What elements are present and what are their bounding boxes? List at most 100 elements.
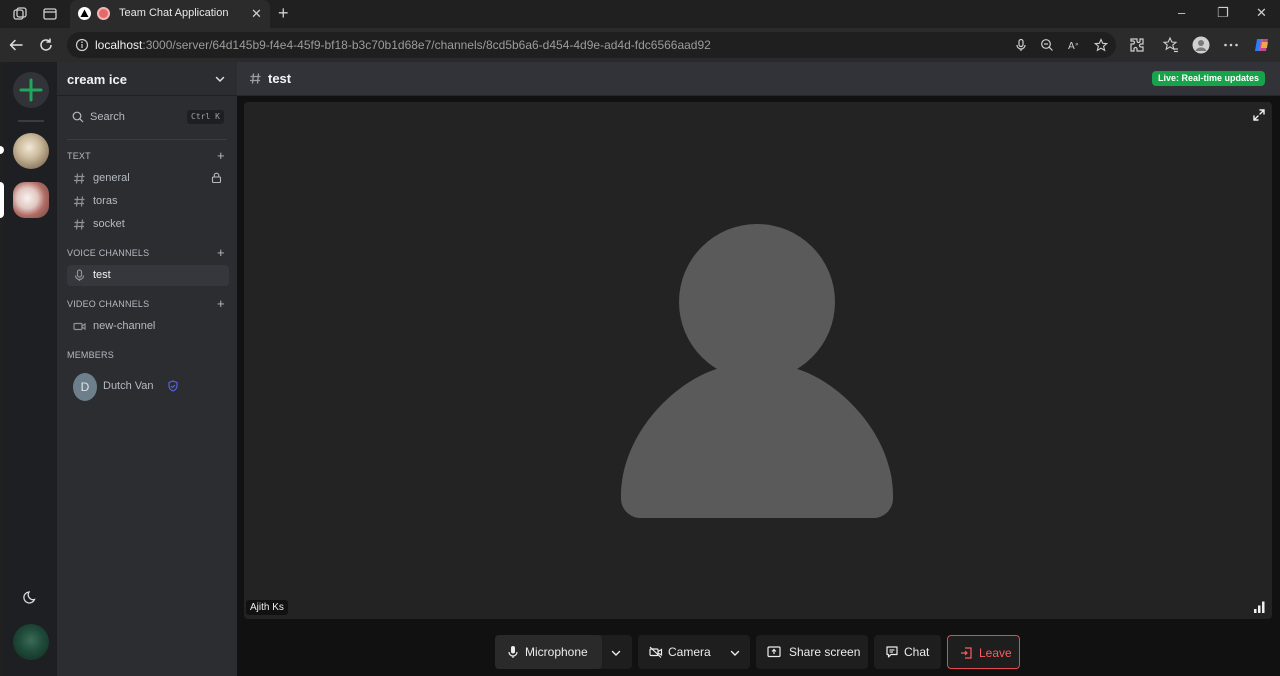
microphone-icon xyxy=(508,646,518,658)
microphone-button[interactable]: Microphone xyxy=(495,635,602,669)
voice-channel-test[interactable]: test xyxy=(67,265,229,286)
read-aloud-icon[interactable]: A» xyxy=(1067,38,1081,52)
server-icon-cream-ice[interactable] xyxy=(13,182,49,218)
channel-label: toras xyxy=(93,195,118,207)
maximize-icon[interactable]: ❐ xyxy=(1217,5,1229,21)
call-control-bar: Microphone Camera Share screen Chat Leav… xyxy=(237,623,1280,676)
refresh-icon[interactable] xyxy=(38,37,54,53)
member-dutch-van[interactable]: D Dutch Van xyxy=(67,370,229,402)
leave-button[interactable]: Leave xyxy=(947,635,1020,669)
server-selected-pill xyxy=(0,182,4,218)
microphone-control-group: Microphone xyxy=(495,635,632,669)
channel-label: test xyxy=(93,269,111,281)
hash-icon xyxy=(250,73,261,84)
window-close-icon[interactable]: ✕ xyxy=(1256,5,1267,21)
search-label: Search xyxy=(90,111,125,123)
channel-general[interactable]: general xyxy=(67,168,229,189)
new-tab-icon[interactable]: + xyxy=(278,3,289,24)
participant-name: Ajith Ks xyxy=(246,600,288,615)
zoom-out-icon[interactable] xyxy=(1040,38,1054,52)
tab-close-icon[interactable]: ✕ xyxy=(251,6,262,22)
server-header-dropdown[interactable]: cream ice xyxy=(57,62,237,96)
hash-icon xyxy=(74,173,85,184)
video-channel-new-channel[interactable]: new-channel xyxy=(67,316,229,337)
section-title-video: VIDEO CHANNELS xyxy=(67,299,150,309)
add-server-button[interactable] xyxy=(13,72,49,108)
channel-title: test xyxy=(268,71,292,86)
fullscreen-icon[interactable] xyxy=(1252,108,1266,122)
section-title-members: MEMBERS xyxy=(67,350,114,360)
live-status-badge: Live: Real-time updates xyxy=(1152,71,1266,86)
leave-door-icon xyxy=(961,647,972,659)
share-screen-label: Share screen xyxy=(789,645,861,659)
profile-icon[interactable] xyxy=(1192,36,1210,54)
more-options-icon[interactable] xyxy=(1222,36,1240,54)
channel-label: socket xyxy=(93,218,125,230)
avatar-placeholder-icon xyxy=(621,224,893,518)
camera-off-icon xyxy=(649,646,663,658)
channel-socket[interactable]: socket xyxy=(67,214,229,235)
camera-control-group: Camera xyxy=(638,635,750,669)
tab-actions-icon[interactable] xyxy=(42,6,58,22)
url-field[interactable]: localhost:3000/server/64d145b9-f4e4-45f9… xyxy=(67,32,1116,58)
video-camera-icon xyxy=(73,322,86,331)
hash-icon xyxy=(74,219,85,230)
plus-icon xyxy=(19,78,43,102)
svg-text:A: A xyxy=(1068,41,1075,52)
share-screen-icon xyxy=(767,646,781,658)
participant-tile[interactable]: Ajith Ks xyxy=(244,102,1272,619)
rail-divider xyxy=(18,120,44,122)
channel-toras[interactable]: toras xyxy=(67,191,229,212)
search-icon xyxy=(72,111,84,123)
workspaces-icon[interactable] xyxy=(12,6,28,22)
url-host: localhost xyxy=(95,38,143,52)
channel-label: new-channel xyxy=(93,320,156,332)
search-shortcut: Ctrl K xyxy=(187,110,224,124)
add-text-channel-icon[interactable]: + xyxy=(217,149,225,162)
theme-toggle-moon-icon[interactable] xyxy=(23,589,39,605)
channel-label: general xyxy=(93,172,130,184)
main-panel: test Live: Real-time updates Ajith Ks Mi… xyxy=(237,62,1280,676)
url-path: :3000/server/64d145b9-f4e4-45f9-bf18-b3c… xyxy=(142,38,711,52)
chat-bubble-icon xyxy=(886,646,898,658)
site-info-icon[interactable] xyxy=(75,38,89,52)
server-name: cream ice xyxy=(67,72,127,87)
camera-button[interactable]: Camera xyxy=(638,635,724,669)
copilot-icon[interactable] xyxy=(1253,36,1271,54)
favorites-icon[interactable] xyxy=(1162,36,1180,54)
triangle-favicon-icon xyxy=(78,7,91,20)
back-icon[interactable] xyxy=(8,37,24,53)
camera-label: Camera xyxy=(668,645,711,659)
lock-icon xyxy=(211,172,222,183)
svg-text:»: » xyxy=(1075,41,1079,48)
app: cream ice Search Ctrl K TEXT + general t… xyxy=(0,62,1280,676)
camera-options-chevron-icon[interactable] xyxy=(729,647,741,659)
favorite-star-icon[interactable] xyxy=(1094,38,1108,52)
microphone-label: Microphone xyxy=(525,645,588,659)
member-name: Dutch Van xyxy=(103,380,154,392)
microphone-icon xyxy=(74,269,85,281)
chevron-down-icon xyxy=(215,76,225,83)
chat-button[interactable]: Chat xyxy=(874,635,941,669)
section-title-voice: VOICE CHANNELS xyxy=(67,248,150,258)
browser-address-bar: localhost:3000/server/64d145b9-f4e4-45f9… xyxy=(0,28,1280,62)
connection-quality-icon xyxy=(1254,601,1265,613)
sidebar-divider xyxy=(67,139,227,140)
channel-header: test Live: Real-time updates xyxy=(237,62,1280,96)
member-avatar: D xyxy=(73,373,97,401)
user-avatar[interactable] xyxy=(13,624,49,660)
search-button[interactable]: Search Ctrl K xyxy=(65,106,227,128)
add-video-channel-icon[interactable]: + xyxy=(217,297,225,310)
server-icon-1[interactable] xyxy=(13,133,49,169)
browser-tab-active[interactable]: Team Chat Application ✕ xyxy=(70,0,270,28)
share-screen-button[interactable]: Share screen xyxy=(756,635,868,669)
record-favicon-icon xyxy=(97,7,110,20)
voice-search-icon[interactable] xyxy=(1014,38,1028,52)
channel-sidebar: cream ice Search Ctrl K TEXT + general t… xyxy=(57,62,237,676)
minimize-icon[interactable]: – xyxy=(1178,5,1185,20)
microphone-options-chevron-icon[interactable] xyxy=(610,647,622,659)
server-rail xyxy=(4,62,57,676)
url-text: localhost:3000/server/64d145b9-f4e4-45f9… xyxy=(95,38,711,52)
extensions-icon[interactable] xyxy=(1128,36,1146,54)
add-voice-channel-icon[interactable]: + xyxy=(217,246,225,259)
